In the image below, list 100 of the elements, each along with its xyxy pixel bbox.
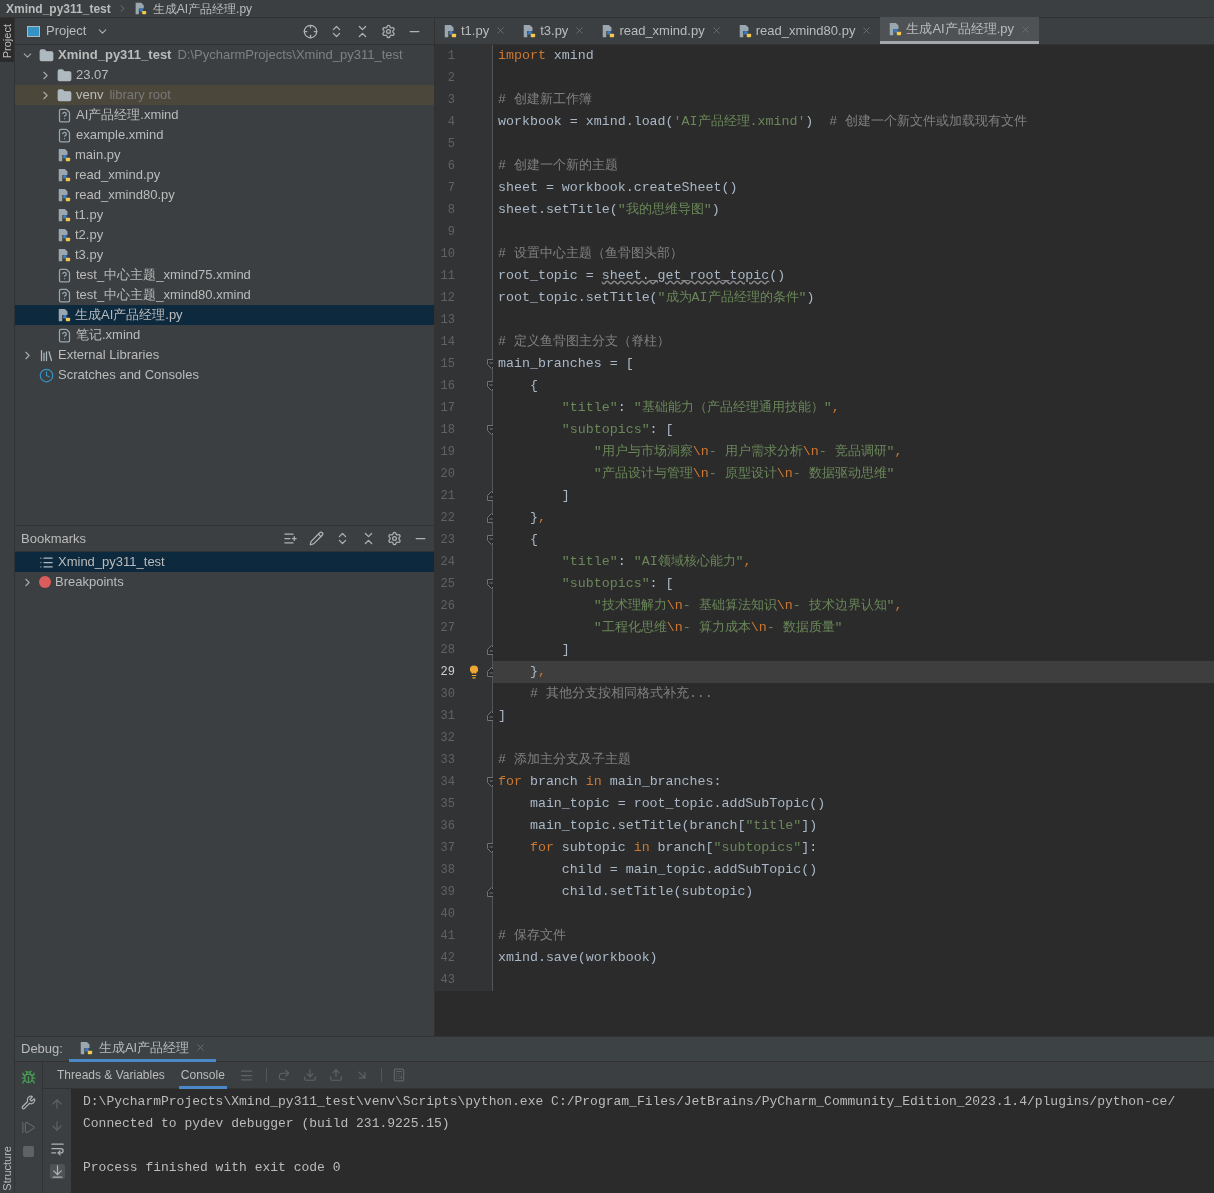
tree-item-label: venv (76, 86, 104, 105)
code-line: # 创建新工作簿 (498, 91, 592, 110)
locate-icon[interactable] (303, 23, 318, 39)
tab-label: 生成AI产品经理 (98, 1038, 190, 1057)
code-line: xmind.save(workbook) (498, 949, 658, 968)
tree-item[interactable]: test_中心主题_xmind80.xmind (15, 285, 434, 305)
editor-tab[interactable]: read_xmind80.py (729, 17, 881, 44)
tree-item[interactable]: main.py (15, 145, 434, 165)
tree-item-label: read_xmind.py (75, 166, 161, 185)
resume-icon[interactable] (21, 1120, 36, 1135)
tree-item[interactable]: t2.py (15, 225, 434, 245)
folder-icon (39, 47, 54, 63)
code-line: main_topic = root_topic.addSubTopic() (528, 795, 826, 814)
folder-icon (57, 67, 72, 83)
tree-item-label: main.py (75, 146, 121, 165)
panel-icon (27, 25, 40, 37)
tree-item[interactable]: test_中心主题_xmind75.xmind (15, 265, 434, 285)
tree-item[interactable]: Xmind_py311_test D:\PycharmProjects\Xmind_py311_test (15, 45, 434, 65)
code-line: root_topic.setTitle("成为AI产品经理的条件") (498, 289, 815, 308)
code-line: ] (560, 641, 570, 660)
settings-icon[interactable] (381, 23, 396, 39)
tree-item-label: Xmind_py311_test (58, 46, 172, 65)
editor-tab[interactable]: t3.py (514, 17, 594, 44)
tree-item[interactable]: read_xmind80.py (15, 185, 434, 205)
step-over-icon[interactable] (276, 1068, 291, 1082)
python-file-icon (57, 248, 71, 262)
unknown-file-icon (57, 287, 72, 303)
code-line: for subtopic in branch["subtopics"]: (528, 839, 818, 858)
tab-label: read_xmind.py (619, 21, 705, 40)
debug-tab[interactable]: 生成AI产品经理 (68, 1036, 217, 1062)
tree-item[interactable]: AI产品经理.xmind (15, 105, 434, 125)
step-out-icon[interactable] (328, 1068, 343, 1082)
editor-tab[interactable]: read_xmind.py (593, 17, 730, 44)
unknown-file-icon (57, 127, 72, 143)
python-file-icon (57, 188, 71, 202)
code-line: }, (528, 663, 546, 682)
tab-label: t1.py (461, 21, 490, 40)
tree-item[interactable]: t1.py (15, 205, 434, 225)
console-line: Connected to pydev debugger (build 231.9225.15) (83, 1115, 450, 1134)
wrench-icon[interactable] (21, 1095, 36, 1110)
settings-icon[interactable] (387, 531, 402, 546)
tree-item-label: t2.py (75, 226, 104, 245)
breadcrumb-item[interactable]: 生成AI产品经理.py (152, 0, 253, 18)
edit-icon[interactable] (309, 531, 324, 546)
code-line: sheet.setTitle("我的思维导图") (498, 201, 720, 220)
tree-item-label: read_xmind80.py (75, 186, 175, 205)
side-tab[interactable]: Structure (0, 1146, 14, 1193)
editor-tab[interactable]: 生成AI产品经理.py (880, 17, 1039, 44)
code-line: "技术理解力\n- 基础算法知识\n- 技术边界认知", (592, 597, 903, 616)
panel-title[interactable]: Project (46, 21, 87, 41)
tree-item[interactable]: 笔记.xmind (15, 325, 434, 345)
python-file-icon (737, 23, 752, 38)
scroll-to-end-icon[interactable] (49, 1164, 65, 1179)
tree-item-label: t3.py (75, 246, 104, 265)
bug-icon[interactable] (21, 1070, 36, 1085)
add-bookmark-icon[interactable] (283, 531, 298, 546)
close-icon[interactable] (495, 25, 507, 36)
code-line: main_branches = [ (498, 355, 634, 374)
code-line: # 保存文件 (498, 927, 566, 946)
tree-item[interactable]: venv library root (15, 85, 434, 105)
tree-item[interactable]: 生成AI产品经理.py (15, 305, 434, 325)
debug-subtab[interactable]: Threads & Variables (55, 1061, 167, 1089)
tree-item-label: Xmind_py311_test (58, 553, 165, 572)
editor-tab[interactable]: t1.py (435, 17, 515, 44)
tree-item-label: Scratches and Consoles (58, 366, 199, 385)
python-file-icon (57, 208, 71, 222)
code-line: "工程化思维\n- 算力成本\n- 数据质量" (592, 619, 843, 638)
side-tab[interactable]: Project (0, 18, 14, 63)
tree-item[interactable]: 23.07 (15, 65, 434, 85)
tree-item[interactable]: t3.py (15, 245, 434, 265)
close-icon[interactable] (710, 25, 722, 36)
lightbulb-icon[interactable] (467, 665, 481, 679)
calculator-icon[interactable] (391, 1068, 406, 1082)
breadcrumb-item[interactable]: Xmind_py311_test (6, 0, 111, 18)
code-line: # 定义鱼骨图主分支（脊柱） (498, 333, 670, 352)
code-line: import xmind (498, 47, 594, 66)
close-icon[interactable] (574, 25, 586, 36)
step-into-icon[interactable] (302, 1068, 317, 1082)
tree-item[interactable]: Xmind_py311_test (15, 552, 434, 572)
code-line: child.setTitle(subtopic) (560, 883, 754, 902)
stop-icon[interactable] (22, 1145, 35, 1158)
close-icon[interactable] (195, 1042, 207, 1053)
code-line: # 其他分支按相同格式补充... (528, 685, 713, 704)
tree-item[interactable]: Breakpoints (15, 572, 434, 592)
unknown-file-icon (57, 327, 72, 343)
tab-label: t3.py (540, 21, 569, 40)
folder-hint: library root (109, 86, 171, 105)
tree-item[interactable]: Scratches and Consoles (15, 365, 434, 385)
code-line: # 添加主分支及子主题 (498, 751, 631, 770)
tree-item[interactable]: read_xmind.py (15, 165, 434, 185)
tree-item[interactable]: External Libraries (15, 345, 434, 365)
tree-item-label: example.xmind (76, 126, 164, 145)
python-file-icon (601, 23, 616, 38)
wrap-icon[interactable] (49, 1141, 65, 1156)
close-icon[interactable] (861, 25, 873, 36)
python-file-icon (78, 1040, 93, 1055)
console-line: Process finished with exit code 0 (83, 1159, 341, 1178)
code-line: "产品设计与管理\n- 原型设计\n- 数据驱动思维" (592, 465, 895, 484)
tree-item[interactable]: example.xmind (15, 125, 434, 145)
menu-icon[interactable] (238, 1067, 254, 1083)
